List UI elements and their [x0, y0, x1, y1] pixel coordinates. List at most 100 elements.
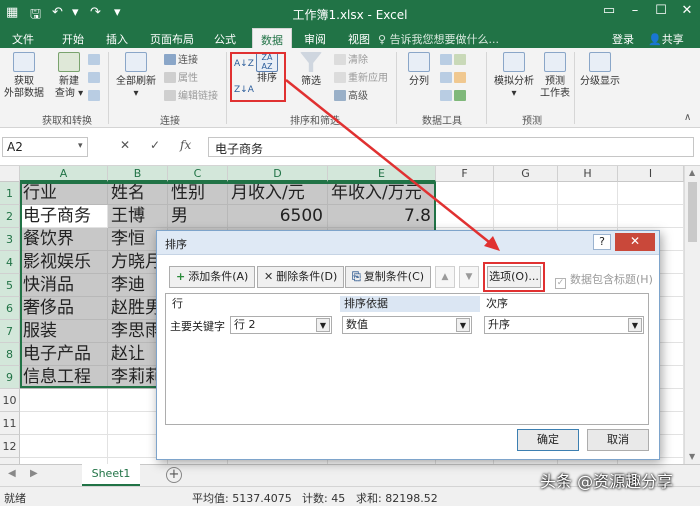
- tell-me-search[interactable]: ♀ 告诉我您想要做什么...: [378, 31, 499, 47]
- grid-cell[interactable]: 6500: [228, 205, 328, 228]
- scroll-down-icon[interactable]: ▼: [689, 452, 695, 461]
- collapse-ribbon-icon[interactable]: ∧: [684, 112, 691, 124]
- edit-links-button[interactable]: 编辑链接: [164, 90, 218, 103]
- close-icon[interactable]: ✕: [674, 3, 700, 18]
- column-header[interactable]: H: [558, 166, 618, 182]
- grid-cell[interactable]: [20, 389, 108, 412]
- grid-cell[interactable]: 男: [168, 205, 228, 228]
- grid-cell[interactable]: [618, 205, 684, 228]
- tab-formulas[interactable]: 公式: [214, 31, 236, 47]
- column-header[interactable]: A: [20, 166, 108, 182]
- scroll-thumb[interactable]: [688, 182, 697, 242]
- grid-cell[interactable]: [20, 435, 108, 458]
- share-button[interactable]: 👤共享: [648, 31, 684, 47]
- tab-insert[interactable]: 插入: [106, 31, 128, 47]
- flash-fill-icon[interactable]: [440, 54, 468, 67]
- row-header[interactable]: 7: [0, 320, 20, 343]
- next-sheet-icon[interactable]: ▶: [30, 468, 38, 479]
- grid-cell[interactable]: 7.8: [328, 205, 436, 228]
- column-header[interactable]: I: [618, 166, 684, 182]
- move-down-icon[interactable]: ▼: [459, 266, 479, 288]
- grid-cell[interactable]: [436, 182, 494, 205]
- add-sheet-icon[interactable]: +: [166, 467, 182, 483]
- grid-cell[interactable]: 行业: [20, 182, 108, 205]
- row-header[interactable]: 9: [0, 366, 20, 389]
- dialog-close-button[interactable]: ✕: [615, 233, 655, 251]
- remove-duplicates-icon[interactable]: [440, 72, 468, 85]
- column-header[interactable]: B: [108, 166, 168, 182]
- show-queries-icon[interactable]: [88, 54, 102, 67]
- delete-level-button[interactable]: ✕ 删除条件(D): [257, 266, 345, 288]
- formula-input[interactable]: 电子商务: [208, 137, 694, 157]
- grid-cell[interactable]: 姓名: [108, 182, 168, 205]
- active-cell[interactable]: 电子商务: [20, 205, 108, 228]
- grid-cell[interactable]: [558, 205, 618, 228]
- column-header[interactable]: D: [228, 166, 328, 182]
- scroll-up-icon[interactable]: ▲: [689, 168, 695, 177]
- row-header[interactable]: 1: [0, 182, 20, 205]
- add-level-button[interactable]: + 添加条件(A): [169, 266, 256, 288]
- column-header[interactable]: G: [494, 166, 558, 182]
- recent-sources-icon[interactable]: [88, 90, 102, 103]
- grid-cell[interactable]: 王博: [108, 205, 168, 228]
- text-to-columns-button[interactable]: 分列: [402, 52, 436, 88]
- copy-level-button[interactable]: ⎘ 复制条件(C): [345, 266, 432, 288]
- grid-cell[interactable]: [618, 182, 684, 205]
- name-box-dropdown-icon[interactable]: ▾: [78, 141, 83, 151]
- clear-filter-button[interactable]: 清除: [334, 54, 368, 67]
- row-header[interactable]: 11: [0, 412, 20, 435]
- ribbon-display-icon[interactable]: ▭: [596, 3, 622, 18]
- grid-cell[interactable]: 信息工程: [20, 366, 108, 389]
- what-if-analysis-button[interactable]: 模拟分析 ▾: [490, 52, 538, 100]
- column-header[interactable]: E: [328, 166, 436, 182]
- row-header[interactable]: 6: [0, 297, 20, 320]
- new-query-button[interactable]: 新建 查询 ▾: [52, 52, 86, 100]
- reapply-button[interactable]: 重新应用: [334, 72, 388, 85]
- login-link[interactable]: 登录: [612, 31, 634, 47]
- grid-cell[interactable]: 餐饮界: [20, 228, 108, 251]
- from-table-icon[interactable]: [88, 72, 102, 85]
- grid-cell[interactable]: 电子产品: [20, 343, 108, 366]
- select-all-corner[interactable]: [0, 166, 20, 182]
- grid-cell[interactable]: [436, 205, 494, 228]
- insert-function-icon[interactable]: fx: [180, 138, 191, 152]
- grid-cell[interactable]: [558, 182, 618, 205]
- column-header[interactable]: C: [168, 166, 228, 182]
- vertical-scrollbar[interactable]: ▲ ▼: [684, 166, 700, 464]
- tab-page-layout[interactable]: 页面布局: [150, 31, 194, 47]
- grid-cell[interactable]: 影视娱乐: [20, 251, 108, 274]
- grid-cell[interactable]: 服装: [20, 320, 108, 343]
- filter-button[interactable]: 筛选: [294, 52, 328, 88]
- grid-cell[interactable]: 月收入/元: [228, 182, 328, 205]
- order-select[interactable]: 升序 ▼: [484, 316, 644, 334]
- help-button[interactable]: ?: [593, 234, 611, 250]
- grid-cell[interactable]: 快消品: [20, 274, 108, 297]
- has-headers-checkbox[interactable]: ✓ 数据包含标题(H): [555, 271, 653, 289]
- advanced-filter-button[interactable]: 高级: [334, 90, 368, 103]
- minimize-icon[interactable]: –: [622, 3, 648, 18]
- tab-review[interactable]: 审阅: [304, 31, 326, 47]
- ok-button[interactable]: 确定: [517, 429, 579, 451]
- tab-home[interactable]: 开始: [62, 31, 84, 47]
- grid-cell[interactable]: [494, 182, 558, 205]
- maximize-icon[interactable]: ☐: [648, 3, 674, 18]
- grid-cell[interactable]: [20, 412, 108, 435]
- row-header[interactable]: 8: [0, 343, 20, 366]
- row-header[interactable]: 2: [0, 205, 20, 228]
- row-header[interactable]: 10: [0, 389, 20, 412]
- row-header[interactable]: 3: [0, 228, 20, 251]
- column-header[interactable]: F: [436, 166, 494, 182]
- tab-view[interactable]: 视图: [348, 31, 370, 47]
- grid-cell[interactable]: 性别: [168, 182, 228, 205]
- row-header[interactable]: 5: [0, 274, 20, 297]
- tab-data[interactable]: 数据: [252, 28, 292, 48]
- row-header[interactable]: 12: [0, 435, 20, 458]
- connections-button[interactable]: 连接: [164, 54, 198, 67]
- prev-sheet-icon[interactable]: ◀: [8, 468, 16, 479]
- confirm-entry-icon[interactable]: ✓: [150, 138, 160, 152]
- primary-key-select[interactable]: 行 2 ▼: [230, 316, 332, 334]
- grid-cell[interactable]: [494, 205, 558, 228]
- row-header[interactable]: 4: [0, 251, 20, 274]
- sheet-tab-sheet1[interactable]: Sheet1: [82, 464, 140, 486]
- name-box[interactable]: A2: [2, 137, 88, 157]
